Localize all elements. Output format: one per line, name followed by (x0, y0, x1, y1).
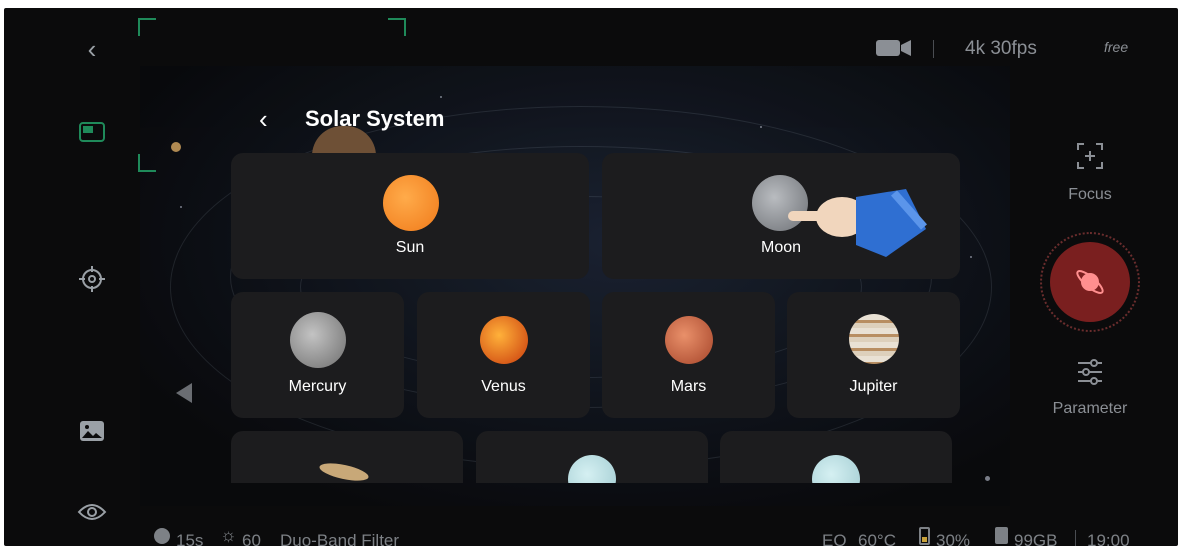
jupiter-icon (849, 314, 899, 364)
target-icon[interactable] (78, 265, 106, 293)
focus-label[interactable]: Focus (1054, 186, 1126, 204)
video-camera-icon (876, 38, 912, 58)
uranus-icon (568, 455, 616, 483)
frame-corner (138, 18, 156, 36)
storage-icon (995, 527, 1008, 544)
planet-mode-icon (1072, 264, 1108, 300)
parameter-label[interactable]: Parameter (1040, 400, 1140, 418)
resolution-fps[interactable]: 4k 30fps (965, 38, 1037, 60)
hand-pointer-icon (786, 177, 936, 267)
target-card-saturn[interactable] (231, 431, 463, 483)
target-card-mercury[interactable]: Mercury (231, 292, 404, 418)
eye-icon[interactable] (77, 502, 107, 522)
back-icon[interactable]: ‹ (77, 36, 107, 62)
mars-icon (665, 316, 713, 364)
target-card-neptune[interactable] (720, 431, 952, 483)
temperature: 60°C (858, 531, 896, 546)
bg-planet-icon (171, 142, 181, 152)
gallery-icon[interactable] (79, 420, 105, 442)
top-divider (933, 40, 934, 58)
brightness-icon: ☼ (220, 525, 237, 545)
exposure-icon (154, 528, 170, 544)
battery-level: 30% (936, 531, 971, 546)
frame-toggle-icon[interactable] (79, 122, 105, 142)
gain-value: 60 (242, 531, 261, 546)
target-label: Mars (670, 378, 707, 395)
frame-corner (138, 154, 156, 172)
status-divider (1075, 530, 1076, 546)
panel-back-icon[interactable]: ‹ (259, 104, 268, 135)
collapse-arrow-icon[interactable] (176, 383, 192, 403)
target-card-uranus[interactable] (476, 431, 708, 483)
target-label: Mercury (288, 378, 347, 395)
shutter-button[interactable] (1040, 232, 1140, 332)
target-card-moon[interactable]: Moon (602, 153, 960, 279)
filter-name: Duo-Band Filter (280, 531, 400, 546)
screen: ‹ 4k 30fps free ‹ Solar System Sun Moon … (0, 0, 1181, 549)
target-label: Venus (481, 378, 526, 395)
eq-mode: EQ (822, 531, 847, 546)
exposure-time: 15s (176, 531, 204, 546)
target-card-jupiter[interactable]: Jupiter (787, 292, 960, 418)
clock: 19:00 (1087, 531, 1130, 546)
target-label: Jupiter (849, 378, 898, 395)
battery-icon (919, 527, 930, 545)
camera-app: ‹ 4k 30fps free ‹ Solar System Sun Moon … (4, 8, 1178, 546)
target-label: Sun (395, 239, 425, 256)
venus-icon (480, 316, 528, 364)
parameter-icon[interactable] (1076, 358, 1104, 386)
target-card-venus[interactable]: Venus (417, 292, 590, 418)
target-card-sun[interactable]: Sun (231, 153, 589, 279)
free-mode-icon[interactable]: free (1104, 39, 1128, 55)
neptune-icon (812, 455, 860, 483)
target-card-mars[interactable]: Mars (602, 292, 775, 418)
mercury-icon (290, 312, 346, 368)
frame-corner (388, 18, 406, 36)
saturn-icon (318, 459, 370, 483)
storage-free: 99GB (1014, 531, 1058, 546)
page-title: Solar System (305, 106, 445, 131)
focus-icon[interactable] (1076, 142, 1104, 170)
sun-icon (383, 175, 439, 231)
